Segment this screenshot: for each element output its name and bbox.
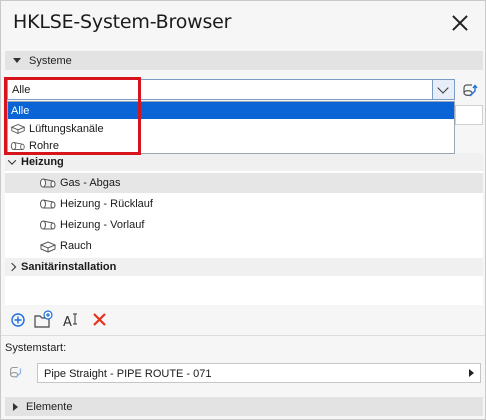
system-route-icon[interactable] bbox=[460, 80, 480, 100]
pipe-icon bbox=[10, 141, 25, 150]
tree-group-sanitaerinstallation[interactable]: Sanitärinstallation bbox=[5, 258, 483, 276]
svg-text:A: A bbox=[63, 315, 72, 330]
chevron-right-icon[interactable] bbox=[7, 262, 17, 272]
delete-icon[interactable] bbox=[89, 309, 111, 331]
tree-item-heizung-vorlauf[interactable]: Heizung - Vorlauf bbox=[5, 215, 483, 235]
duct-icon bbox=[10, 124, 26, 135]
section-label-elemente: Elemente bbox=[26, 400, 73, 413]
chevron-down-icon[interactable] bbox=[432, 80, 454, 99]
new-folder-icon[interactable] bbox=[33, 309, 55, 331]
dropdown-option-label: Rohre bbox=[29, 139, 59, 152]
tree-group-label: Heizung bbox=[21, 156, 64, 168]
chevron-right-icon[interactable] bbox=[469, 369, 474, 377]
dropdown-option-lueftungskanaele[interactable]: Lüftungskanäle bbox=[8, 120, 454, 137]
dropdown-option-label: Alle bbox=[11, 104, 30, 117]
dropdown-option-label: Lüftungskanäle bbox=[29, 122, 104, 135]
systemstart-label: Systemstart: bbox=[5, 342, 67, 354]
tree-item-rauch[interactable]: Rauch bbox=[5, 236, 483, 256]
tree-toolbar: A bbox=[5, 309, 483, 331]
expand-triangle-icon bbox=[13, 402, 18, 411]
system-filter-dropdown-list: Alle Lüftungskanäle Rohre bbox=[7, 101, 455, 154]
dropdown-option-alle[interactable]: Alle bbox=[8, 102, 454, 119]
tree-item-label: Heizung - Rücklauf bbox=[60, 198, 153, 210]
systemstart-value: Pipe Straight - PIPE ROUTE - 071 bbox=[44, 368, 212, 380]
systemstart-select[interactable]: Pipe Straight - PIPE ROUTE - 071 bbox=[37, 363, 481, 383]
tree-group-label: Sanitärinstallation bbox=[21, 261, 117, 273]
section-header-systeme[interactable]: Systeme bbox=[5, 51, 483, 70]
title-bar: HKLSE-System-Browser bbox=[1, 1, 485, 45]
pipe-icon bbox=[40, 220, 56, 230]
tree-item-gas-abgas[interactable]: Gas - Abgas bbox=[5, 173, 483, 193]
collapse-triangle-icon bbox=[13, 58, 21, 63]
tree-item-label: Gas - Abgas bbox=[60, 177, 121, 189]
close-button[interactable] bbox=[445, 9, 475, 37]
section-header-elemente[interactable]: Elemente bbox=[5, 397, 483, 416]
system-filter-combobox[interactable]: Alle bbox=[7, 79, 455, 100]
duct-icon bbox=[39, 240, 57, 253]
search-input[interactable] bbox=[455, 105, 483, 125]
section-label-systeme: Systeme bbox=[29, 54, 72, 67]
tree-item-label: Heizung - Vorlauf bbox=[60, 219, 145, 231]
pipe-icon bbox=[40, 199, 56, 209]
pipe-icon bbox=[40, 178, 56, 188]
rename-icon[interactable]: A bbox=[61, 309, 83, 331]
system-tree: Heizung Gas - Abgas Heizung - Rücklauf H… bbox=[5, 153, 483, 305]
system-browser-window: HKLSE-System-Browser Systeme Alle Heizun… bbox=[0, 0, 486, 420]
tree-item-heizung-ruecklauf[interactable]: Heizung - Rücklauf bbox=[5, 194, 483, 214]
system-filter-value: Alle bbox=[12, 84, 31, 96]
dropdown-option-rohre[interactable]: Rohre bbox=[8, 137, 454, 154]
system-route-icon bbox=[10, 366, 22, 378]
add-system-icon[interactable] bbox=[7, 309, 29, 331]
tree-group-heizung[interactable]: Heizung bbox=[5, 153, 483, 171]
window-title: HKLSE-System-Browser bbox=[13, 11, 232, 33]
tree-item-label: Rauch bbox=[60, 240, 92, 252]
divider bbox=[1, 335, 485, 336]
chevron-down-icon[interactable] bbox=[7, 156, 17, 165]
